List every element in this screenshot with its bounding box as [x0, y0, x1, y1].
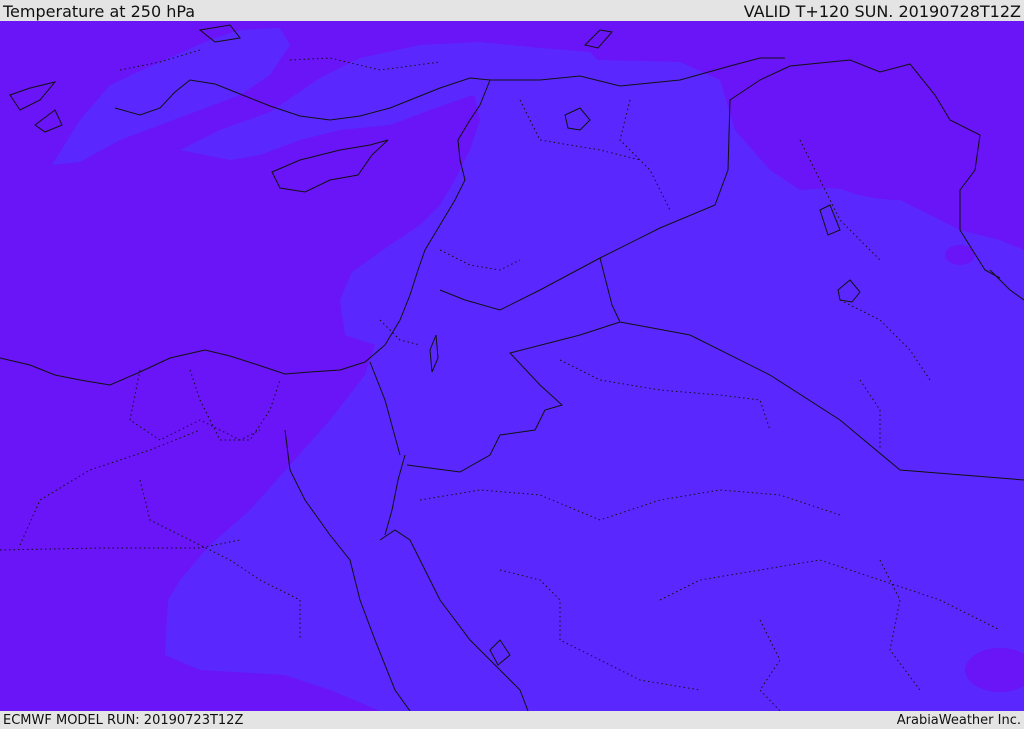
header-bar: Temperature at 250 hPa VALID T+120 SUN. …: [0, 0, 1024, 21]
temperature-map: [0, 21, 1024, 711]
footer-bar: ECMWF MODEL RUN: 20190723T12Z ArabiaWeat…: [0, 711, 1024, 729]
valid-time-label: VALID T+120 SUN. 20190728T12Z: [743, 2, 1021, 21]
cold-patch-gulf: [945, 245, 975, 265]
map-title: Temperature at 250 hPa: [3, 2, 196, 21]
model-run-label: ECMWF MODEL RUN: 20190723T12Z: [3, 713, 244, 728]
credit-label: ArabiaWeather Inc.: [896, 713, 1021, 728]
cold-patch-northeast: [790, 60, 1010, 200]
weather-map-frame: Temperature at 250 hPa VALID T+120 SUN. …: [0, 0, 1024, 729]
